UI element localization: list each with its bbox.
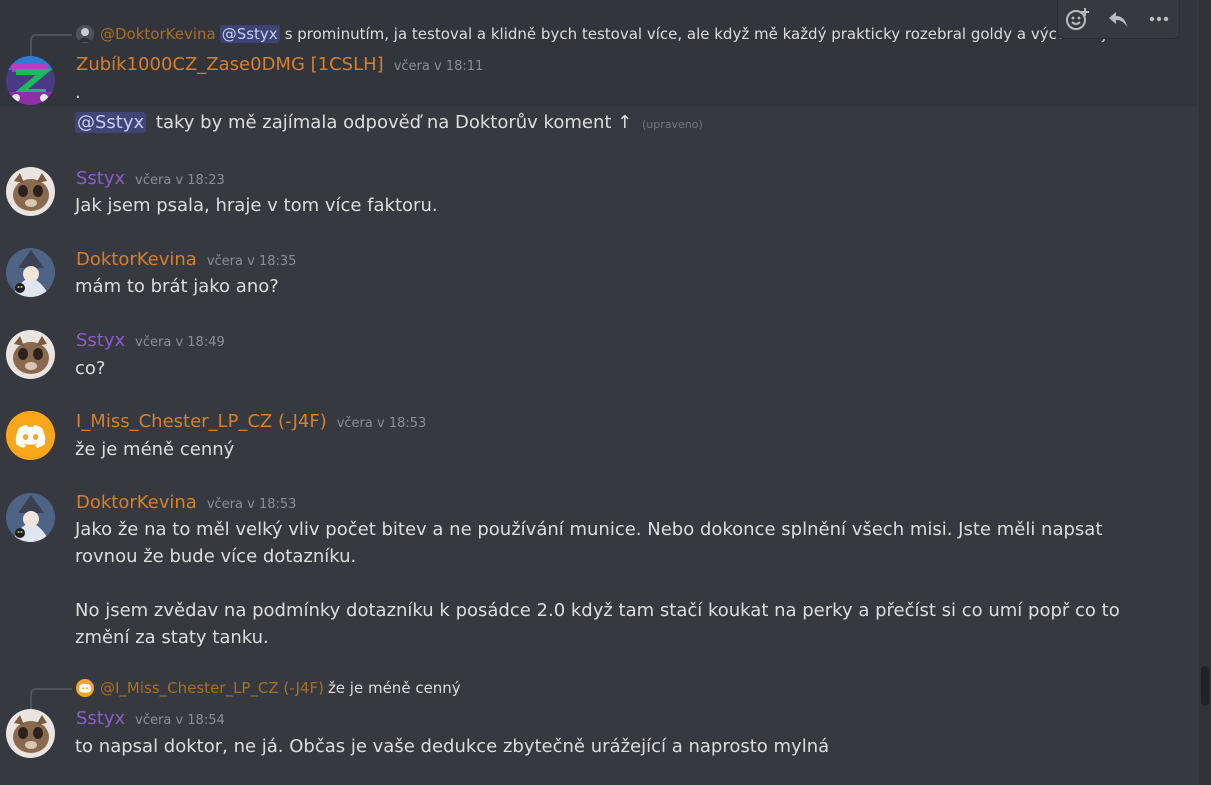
reply-mention[interactable]: @Sstyx — [219, 25, 280, 43]
username[interactable]: DoktorKevina — [76, 492, 197, 513]
reply-text: že je méně cenný — [327, 679, 461, 697]
username[interactable]: Sstyx — [76, 330, 125, 351]
message-paragraph: Jako že na to měl velký vliv počet bitev… — [75, 519, 1103, 567]
message-header: I_Miss_Chester_LP_CZ (-J4F) včera v 18:5… — [76, 411, 426, 432]
avatar[interactable] — [6, 411, 55, 460]
username[interactable]: Zubík1000CZ_Zase0DMG [1CSLH] — [76, 54, 384, 75]
edited-label: (upraveno) — [641, 118, 703, 131]
more-button[interactable] — [1143, 3, 1175, 35]
message-header: Sstyx včera v 18:49 — [76, 330, 225, 351]
add-reaction-button[interactable] — [1062, 3, 1094, 35]
reply-preview[interactable]: @I_Miss_Chester_LP_CZ (-J4F) že je méně … — [76, 678, 461, 698]
timestamp[interactable]: včera v 18:53 — [207, 497, 297, 512]
message-text: mám to brát jako ano? — [75, 276, 279, 297]
reply-icon — [1109, 12, 1128, 27]
username[interactable]: I_Miss_Chester_LP_CZ (-J4F) — [76, 411, 327, 432]
message-text: co? — [75, 358, 106, 379]
discord-logo-icon — [78, 683, 92, 693]
more-icon — [1149, 16, 1169, 22]
timestamp[interactable]: včera v 18:11 — [394, 59, 484, 74]
message-header: Sstyx včera v 18:23 — [76, 168, 225, 189]
timestamp[interactable]: včera v 18:53 — [337, 416, 427, 431]
message-header: Sstyx včera v 18:54 — [76, 708, 225, 729]
avatar[interactable] — [6, 167, 55, 216]
reply-avatar — [76, 25, 94, 43]
avatar[interactable] — [6, 330, 55, 379]
reply-avatar — [76, 679, 94, 697]
message-text: to napsal doktor, ne já. Občas je vaše d… — [75, 736, 830, 757]
chat-messages: @DoktorKevina @Sstyx s prominutím, ja te… — [0, 0, 1211, 785]
discord-logo-icon — [6, 411, 55, 460]
timestamp[interactable]: včera v 18:35 — [207, 254, 297, 269]
message-line: . — [75, 82, 81, 103]
message-text: že je méně cenný — [75, 439, 235, 460]
avatar[interactable] — [6, 493, 55, 542]
reply-author[interactable]: @I_Miss_Chester_LP_CZ (-J4F) — [100, 679, 324, 697]
message-paragraph: No jsem zvědav na podmínky dotazníku k p… — [75, 600, 1120, 648]
reply-author[interactable]: @DoktorKevina — [100, 25, 216, 43]
mention[interactable]: @Sstyx — [75, 112, 147, 133]
timestamp[interactable]: včera v 18:23 — [135, 173, 225, 188]
avatar[interactable] — [6, 56, 55, 105]
add-reaction-icon — [1066, 8, 1090, 30]
message-text: Jak jsem psala, hraje v tom více faktoru… — [75, 195, 438, 216]
reply-connector — [30, 34, 72, 56]
avatar[interactable] — [6, 248, 55, 297]
message-content: Jako že na to měl velký vliv počet bitev… — [75, 516, 1135, 651]
message-header: DoktorKevina včera v 18:35 — [76, 249, 296, 270]
message-header: Zubík1000CZ_Zase0DMG [1CSLH] včera v 18:… — [76, 54, 483, 75]
message-toolbar — [1057, 0, 1180, 39]
message-line-with-mention: @Sstyx taky by mě zajímala odpověď na Do… — [75, 109, 1135, 138]
timestamp[interactable]: včera v 18:54 — [135, 713, 225, 728]
reply-button[interactable] — [1102, 3, 1134, 35]
message-text: taky by mě zajímala odpověď na Doktorův … — [155, 112, 633, 133]
reply-connector — [30, 688, 72, 710]
avatar[interactable] — [6, 709, 55, 758]
message-header: DoktorKevina včera v 18:53 — [76, 492, 296, 513]
reply-text: s prominutím, ja testoval a klidně bych … — [284, 25, 1126, 43]
reply-preview[interactable]: @DoktorKevina @Sstyx s prominutím, ja te… — [76, 24, 1126, 44]
username[interactable]: Sstyx — [76, 168, 125, 189]
username[interactable]: DoktorKevina — [76, 249, 197, 270]
message-content: . @Sstyx taky by mě zajímala odpověď na … — [75, 79, 1135, 138]
username[interactable]: Sstyx — [76, 708, 125, 729]
scrollbar-thumb[interactable] — [1201, 666, 1209, 706]
timestamp[interactable]: včera v 18:49 — [135, 335, 225, 350]
